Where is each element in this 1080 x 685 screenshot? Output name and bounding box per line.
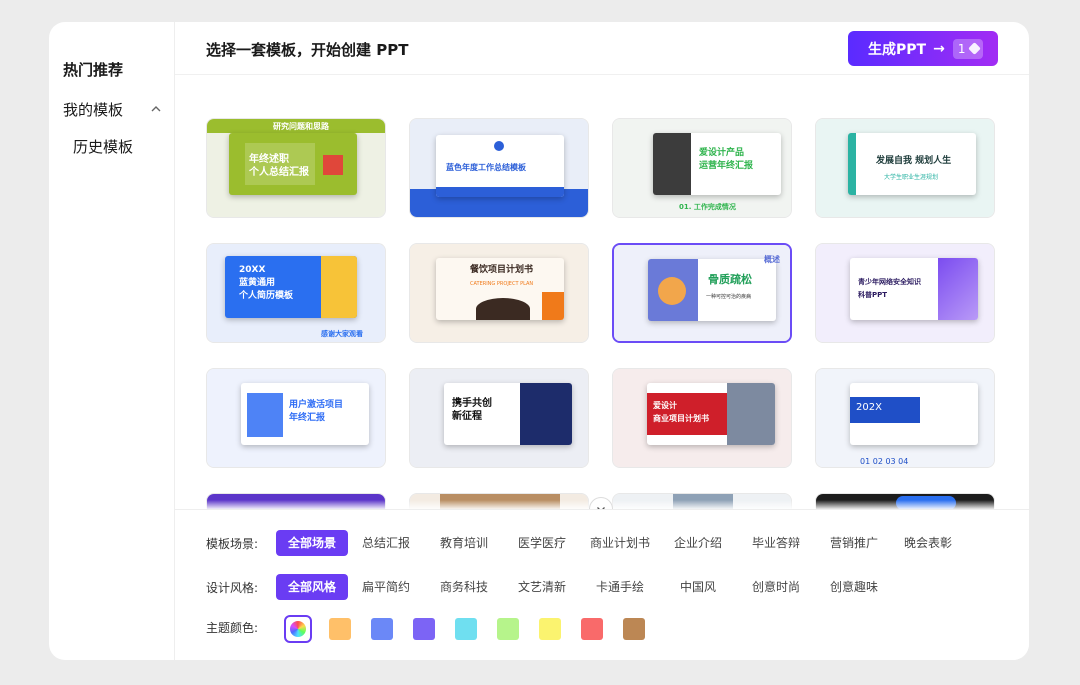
- sidebar-item-history[interactable]: 历史模板: [73, 136, 133, 157]
- template-footer: 01 02 03 04: [860, 457, 909, 466]
- template-title: 爱设计产品 运营年终汇报: [699, 148, 754, 171]
- template-card[interactable]: 20XX 蓝黄通用 个人简历模板 感谢大家观看: [206, 243, 386, 343]
- template-banner: 研究问题和思路: [273, 122, 329, 131]
- style-chip[interactable]: 商务科技: [432, 574, 496, 600]
- credit-count: 1: [957, 41, 966, 56]
- chevron-up-icon[interactable]: [149, 102, 163, 116]
- template-title: 爱设计 商业项目计划书: [653, 401, 709, 423]
- template-title: 餐饮项目计划书: [470, 265, 534, 275]
- scene-chip[interactable]: 教育培训: [432, 530, 496, 556]
- template-footer: 感谢大家观看: [321, 330, 363, 338]
- color-swatch-orange[interactable]: [329, 618, 351, 640]
- style-filter-row: 设计风格: 全部风格 扁平简约 商务科技 文艺清新 卡通手绘 中国风 创意时尚 …: [206, 574, 886, 600]
- template-title: 骨质疏松: [708, 273, 752, 286]
- style-chip[interactable]: 中国风: [666, 574, 730, 600]
- template-card[interactable]: 研究问题和思路 年终述职 个人总结汇报: [206, 118, 386, 218]
- style-chip[interactable]: 文艺清新: [510, 574, 574, 600]
- template-tag: 概述: [764, 255, 780, 264]
- all-colors-swatch[interactable]: [284, 615, 312, 643]
- color-swatch-red[interactable]: [581, 618, 603, 640]
- template-title: 20XX 蓝黄通用 个人简历模板: [239, 265, 294, 301]
- template-title: 用户激活项目 年终汇报: [289, 400, 344, 423]
- scene-chip[interactable]: 营销推广: [822, 530, 886, 556]
- style-chip-all[interactable]: 全部风格: [276, 574, 348, 600]
- color-swatch-brown[interactable]: [623, 618, 645, 640]
- color-label: 主题颜色:: [206, 621, 259, 635]
- filter-panel: 模板场景: 全部场景 总结汇报 教育培训 医学医疗 商业计划书 企业介绍 毕业答…: [175, 509, 1029, 660]
- credit-badge: 1: [952, 38, 984, 59]
- generate-label: 生成PPT: [868, 41, 927, 58]
- page-title: 选择一套模板，开始创建 PPT: [206, 41, 409, 59]
- template-subtitle: 大学生职业生涯规划: [884, 174, 939, 181]
- style-chip[interactable]: 创意趣味: [822, 574, 886, 600]
- scene-label: 模板场景:: [206, 536, 259, 551]
- gem-icon: [968, 42, 982, 55]
- style-chip[interactable]: 卡通手绘: [588, 574, 652, 600]
- color-swatch-yellow[interactable]: [539, 618, 561, 640]
- template-subtitle: 一种可控可治的疾病: [706, 294, 752, 300]
- scene-chip[interactable]: 毕业答辩: [744, 530, 808, 556]
- scene-chip-all[interactable]: 全部场景: [276, 530, 348, 556]
- template-card[interactable]: 蓝色年度工作总结模板: [409, 118, 589, 218]
- template-title: 年终述职 个人总结汇报: [249, 154, 309, 178]
- template-card[interactable]: 爱设计 商业项目计划书: [612, 368, 792, 468]
- template-card[interactable]: 爱设计产品 运营年终汇报 01. 工作完成情况: [612, 118, 792, 218]
- arrow-right-icon: →: [933, 40, 945, 57]
- color-swatch-green[interactable]: [497, 618, 519, 640]
- template-title: 青少年网络安全知识 科普PPT: [858, 278, 921, 299]
- template-footer: 01. 工作完成情况: [679, 203, 736, 211]
- color-swatch-purple[interactable]: [413, 618, 435, 640]
- scene-chip[interactable]: 商业计划书: [584, 530, 656, 556]
- template-title: 携手共创 新征程: [452, 398, 492, 422]
- scene-chip[interactable]: 晚会表彰: [896, 530, 960, 556]
- template-subtitle: CATERING PROJECT PLAN: [470, 281, 534, 287]
- scene-filter-row: 模板场景: 全部场景 总结汇报 教育培训 医学医疗 商业计划书 企业介绍 毕业答…: [206, 530, 960, 556]
- template-card[interactable]: 携手共创 新征程: [409, 368, 589, 468]
- template-card[interactable]: 用户激活项目 年终汇报: [206, 368, 386, 468]
- color-swatch-cyan[interactable]: [455, 618, 477, 640]
- color-swatch-blue[interactable]: [371, 618, 393, 640]
- sidebar: 热门推荐 我的模板 历史模板: [49, 22, 175, 660]
- app-window: 热门推荐 我的模板 历史模板 选择一套模板，开始创建 PPT 生成PPT → 1…: [49, 22, 1029, 660]
- generate-ppt-button[interactable]: 生成PPT → 1: [848, 31, 998, 66]
- template-grid: 研究问题和思路 年终述职 个人总结汇报 蓝色年度工作总结模板 爱设计产品 运营年…: [175, 75, 1029, 509]
- template-title: 发展自我 规划人生: [876, 156, 952, 166]
- template-card[interactable]: 餐饮项目计划书 CATERING PROJECT PLAN: [409, 243, 589, 343]
- scene-chip[interactable]: 医学医疗: [510, 530, 574, 556]
- template-card[interactable]: 发展自我 规划人生 大学生职业生涯规划: [815, 118, 995, 218]
- sidebar-item-my-templates[interactable]: 我的模板: [63, 99, 123, 120]
- scene-chip[interactable]: 企业介绍: [666, 530, 730, 556]
- template-card[interactable]: 青少年网络安全知识 科普PPT: [815, 243, 995, 343]
- style-label: 设计风格:: [206, 580, 259, 595]
- scene-chip[interactable]: 总结汇报: [354, 530, 418, 556]
- color-wheel-icon: [290, 621, 306, 637]
- style-chip[interactable]: 扁平简约: [354, 574, 418, 600]
- style-chip[interactable]: 创意时尚: [744, 574, 808, 600]
- template-card[interactable]: 骨质疏松 一种可控可治的疾病 概述: [612, 243, 792, 343]
- color-filter-row: 主题颜色:: [206, 619, 272, 636]
- main-panel: 选择一套模板，开始创建 PPT 生成PPT → 1 研究问题和思路 年终述职 个…: [175, 22, 1029, 660]
- template-title: 202X: [856, 402, 882, 413]
- template-title: 蓝色年度工作总结模板: [446, 163, 526, 172]
- header: 选择一套模板，开始创建 PPT 生成PPT → 1: [175, 22, 1029, 75]
- sidebar-item-hot[interactable]: 热门推荐: [63, 59, 123, 80]
- template-card[interactable]: 202X 01 02 03 04: [815, 368, 995, 468]
